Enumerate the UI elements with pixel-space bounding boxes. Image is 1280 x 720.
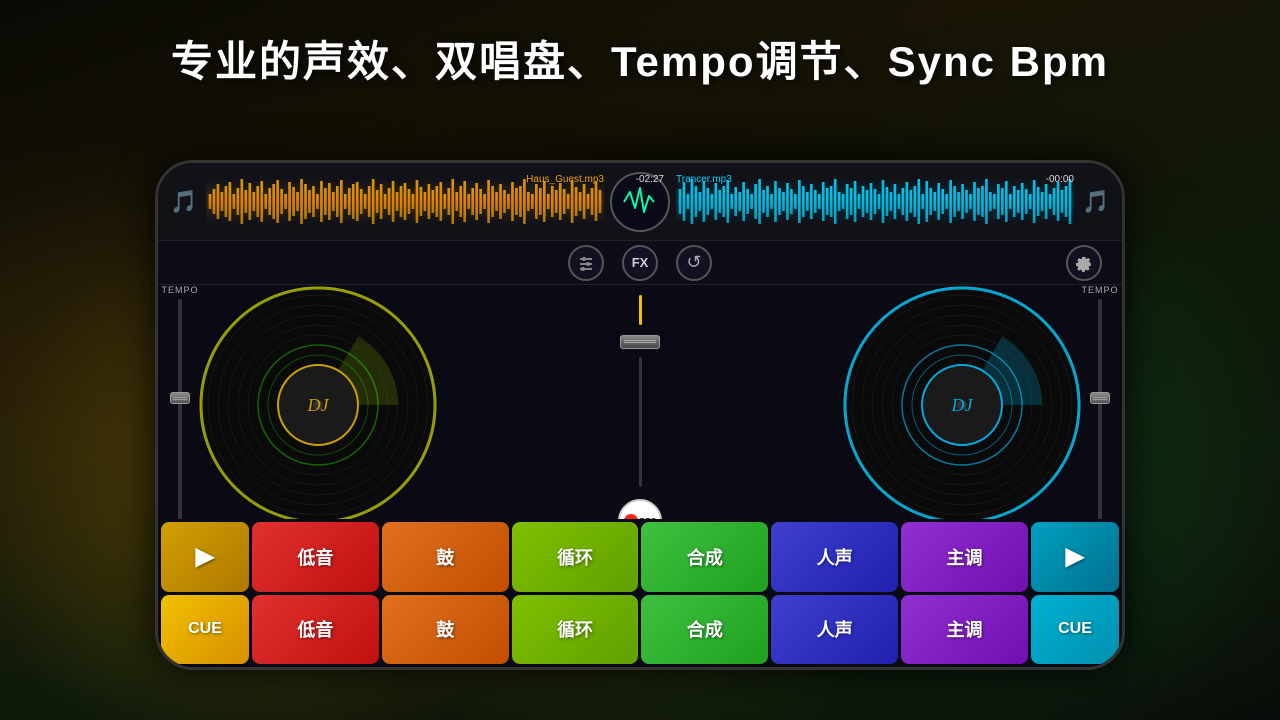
fader-handle[interactable] <box>620 335 660 349</box>
tempo-label-left: TEMPO <box>162 285 199 295</box>
phone-home-button <box>1124 388 1125 448</box>
button-grid: ▶ 低音 鼓 循环 合成 人声 主调 ▶ CUE 低音 鼓 循环 合成 人声 <box>158 519 1122 667</box>
music-note-left-icon[interactable]: 🎵 <box>168 186 200 218</box>
track-time-right: -00:00 <box>1046 174 1074 185</box>
synth-btn-1[interactable]: 合成 <box>641 522 768 592</box>
fader-track <box>639 357 642 487</box>
cue-right-button[interactable]: CUE <box>1031 595 1119 665</box>
page-title: 专业的声效、双唱盘、Tempo调节、Sync Bpm <box>0 28 1280 89</box>
center-mixer: REC <box>610 295 670 543</box>
controls-row: FX ↺ <box>158 241 1122 285</box>
track-time-left: -02:27 <box>636 174 664 185</box>
tempo-label-right: TEMPO <box>1082 285 1119 295</box>
fader-top <box>639 295 642 325</box>
phone-vol-button <box>155 343 156 383</box>
bass-btn-1[interactable]: 低音 <box>252 522 379 592</box>
bass-btn-2[interactable]: 低音 <box>252 595 379 665</box>
synth-btn-2[interactable]: 合成 <box>641 595 768 665</box>
phone-device: 🎵 Haus_Guest.mp3 -02:27 <box>155 160 1125 670</box>
waveform-visual-right[interactable] <box>676 174 1074 229</box>
phone-power-button <box>1124 323 1125 358</box>
button-row-1: ▶ 低音 鼓 循环 合成 人声 主调 ▶ <box>161 522 1119 592</box>
waveform-bar: 🎵 Haus_Guest.mp3 -02:27 <box>158 163 1122 241</box>
drum-btn-1[interactable]: 鼓 <box>382 522 509 592</box>
svg-text:DJ: DJ <box>307 395 330 415</box>
key-btn-2[interactable]: 主调 <box>901 595 1028 665</box>
eq-button[interactable] <box>568 245 604 281</box>
drum-btn-2[interactable]: 鼓 <box>382 595 509 665</box>
play-left-button[interactable]: ▶ <box>161 522 249 592</box>
svg-text:DJ: DJ <box>951 395 974 415</box>
cue-left-button[interactable]: CUE <box>161 595 249 665</box>
play-right-button[interactable]: ▶ <box>1031 522 1119 592</box>
phone-screen: 🎵 Haus_Guest.mp3 -02:27 <box>158 163 1122 667</box>
reset-button[interactable]: ↺ <box>676 245 712 281</box>
turntable-left[interactable]: DJ <box>198 285 438 525</box>
loop-btn-1[interactable]: 循环 <box>512 522 639 592</box>
track-name-left: Haus_Guest.mp3 <box>526 174 604 185</box>
key-btn-1[interactable]: 主调 <box>901 522 1028 592</box>
phone-menu-button <box>1124 468 1125 518</box>
track-name-right: Trancer.mp3 <box>676 174 732 185</box>
vocal-btn-2[interactable]: 人声 <box>771 595 898 665</box>
turntable-right[interactable]: DJ <box>842 285 1082 525</box>
slider-handle-left[interactable] <box>170 392 190 404</box>
dj-area: TEMPO <box>158 285 1122 667</box>
button-row-2: CUE 低音 鼓 循环 合成 人声 主调 CUE <box>161 595 1119 665</box>
music-note-right-icon[interactable]: 🎵 <box>1080 186 1112 218</box>
settings-button[interactable] <box>1066 245 1102 281</box>
vocal-btn-1[interactable]: 人声 <box>771 522 898 592</box>
fx-button[interactable]: FX <box>622 245 658 281</box>
loop-btn-2[interactable]: 循环 <box>512 595 639 665</box>
slider-handle-right[interactable] <box>1090 392 1110 404</box>
